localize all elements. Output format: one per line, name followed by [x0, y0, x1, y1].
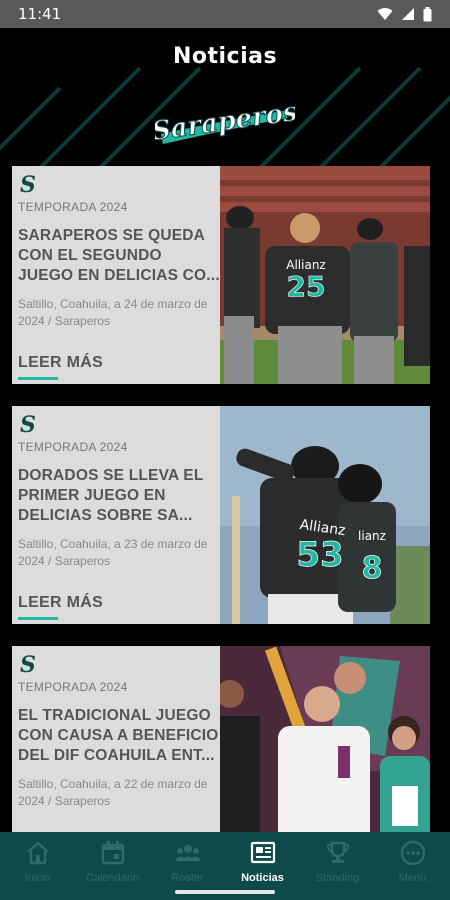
news-summary: Saltillo, Coahuila, a 22 de marzo de 202… [18, 777, 208, 812]
read-more-underline [18, 377, 58, 380]
jersey-number: 25 [287, 270, 326, 303]
team-s-icon: S [20, 652, 36, 676]
news-category: TEMPORADA 2024 [18, 680, 128, 694]
status-time: 11:41 [18, 5, 62, 23]
trophy-icon [326, 841, 350, 863]
header: Noticias Saraperos [0, 28, 450, 166]
jersey-brand-2: lianz [358, 529, 386, 543]
nav-label: Noticias [241, 872, 284, 884]
jersey-number: 53 [296, 535, 343, 575]
news-card[interactable]: S TEMPORADA 2024 SARAPEROS SE QUEDA CON … [12, 166, 430, 384]
app-screen: 11:41 Noticias Saraperos S TEMPORADA 202… [0, 0, 450, 900]
nav-item-menu[interactable]: Menú [375, 832, 450, 900]
news-summary: Saltillo, Coahuila, a 23 de marzo de 202… [18, 537, 208, 572]
team-s-icon: S [20, 172, 36, 196]
news-card[interactable]: S TEMPORADA 2024 EL TRADICIONAL JUEGO CO… [12, 646, 430, 832]
news-card[interactable]: S TEMPORADA 2024 DORADOS SE LLEVA EL PRI… [12, 406, 430, 624]
news-category: TEMPORADA 2024 [18, 440, 128, 454]
news-image[interactable]: Allianz 53 lianz 8 [220, 406, 430, 624]
calendar-icon [101, 841, 125, 865]
nav-label: Roster [171, 872, 204, 884]
roster-icon [175, 845, 201, 861]
read-more-link[interactable]: LEER MÁS [18, 354, 103, 372]
home-indicator[interactable] [175, 890, 275, 894]
page-title: Noticias [172, 44, 278, 69]
read-more-underline [18, 617, 58, 620]
news-title[interactable]: EL TRADICIONAL JUEGO CON CAUSA A BENEFIC… [18, 706, 220, 768]
news-category: TEMPORADA 2024 [18, 200, 128, 214]
nav-item-inicio[interactable]: Inicio [0, 832, 75, 900]
home-icon [27, 841, 49, 865]
saraperos-logo: Saraperos [155, 96, 295, 147]
news-card-text: S TEMPORADA 2024 EL TRADICIONAL JUEGO CO… [12, 646, 220, 832]
svg-text:S: S [20, 652, 36, 676]
news-icon [250, 841, 276, 864]
news-feed[interactable]: S TEMPORADA 2024 SARAPEROS SE QUEDA CON … [0, 166, 450, 832]
nav-item-calendario[interactable]: Calendario [75, 832, 150, 900]
news-title[interactable]: DORADOS SE LLEVA EL PRIMER JUEGO EN DELI… [18, 466, 220, 528]
battery-icon [423, 6, 432, 21]
nav-label: Menú [398, 872, 427, 884]
nav-item-standing[interactable]: Standing [300, 832, 375, 900]
news-title[interactable]: SARAPEROS SE QUEDA CON EL SEGUNDO JUEGO … [18, 226, 220, 288]
more-icon [400, 840, 426, 866]
news-card-text: S TEMPORADA 2024 DORADOS SE LLEVA EL PRI… [12, 406, 220, 624]
wifi-icon [377, 8, 393, 20]
team-s-icon: S [20, 412, 36, 436]
news-card-text: S TEMPORADA 2024 SARAPEROS SE QUEDA CON … [12, 166, 220, 384]
news-image[interactable] [220, 646, 430, 832]
news-image[interactable]: Allianz 25 [220, 166, 430, 384]
nav-label: Standing [315, 872, 360, 884]
read-more-link[interactable]: LEER MÁS [18, 594, 103, 612]
news-summary: Saltillo, Coahuila, a 24 de marzo de 202… [18, 297, 208, 332]
jersey-number-2: 8 [362, 551, 383, 586]
svg-text:Saraperos: Saraperos [155, 97, 295, 147]
nav-label: Calendario [85, 872, 140, 884]
nav-label: Inicio [24, 872, 51, 884]
svg-text:S: S [20, 172, 36, 196]
status-icons [377, 6, 432, 22]
signal-icon [402, 8, 414, 20]
status-bar: 11:41 [0, 0, 450, 28]
svg-text:S: S [20, 412, 36, 436]
